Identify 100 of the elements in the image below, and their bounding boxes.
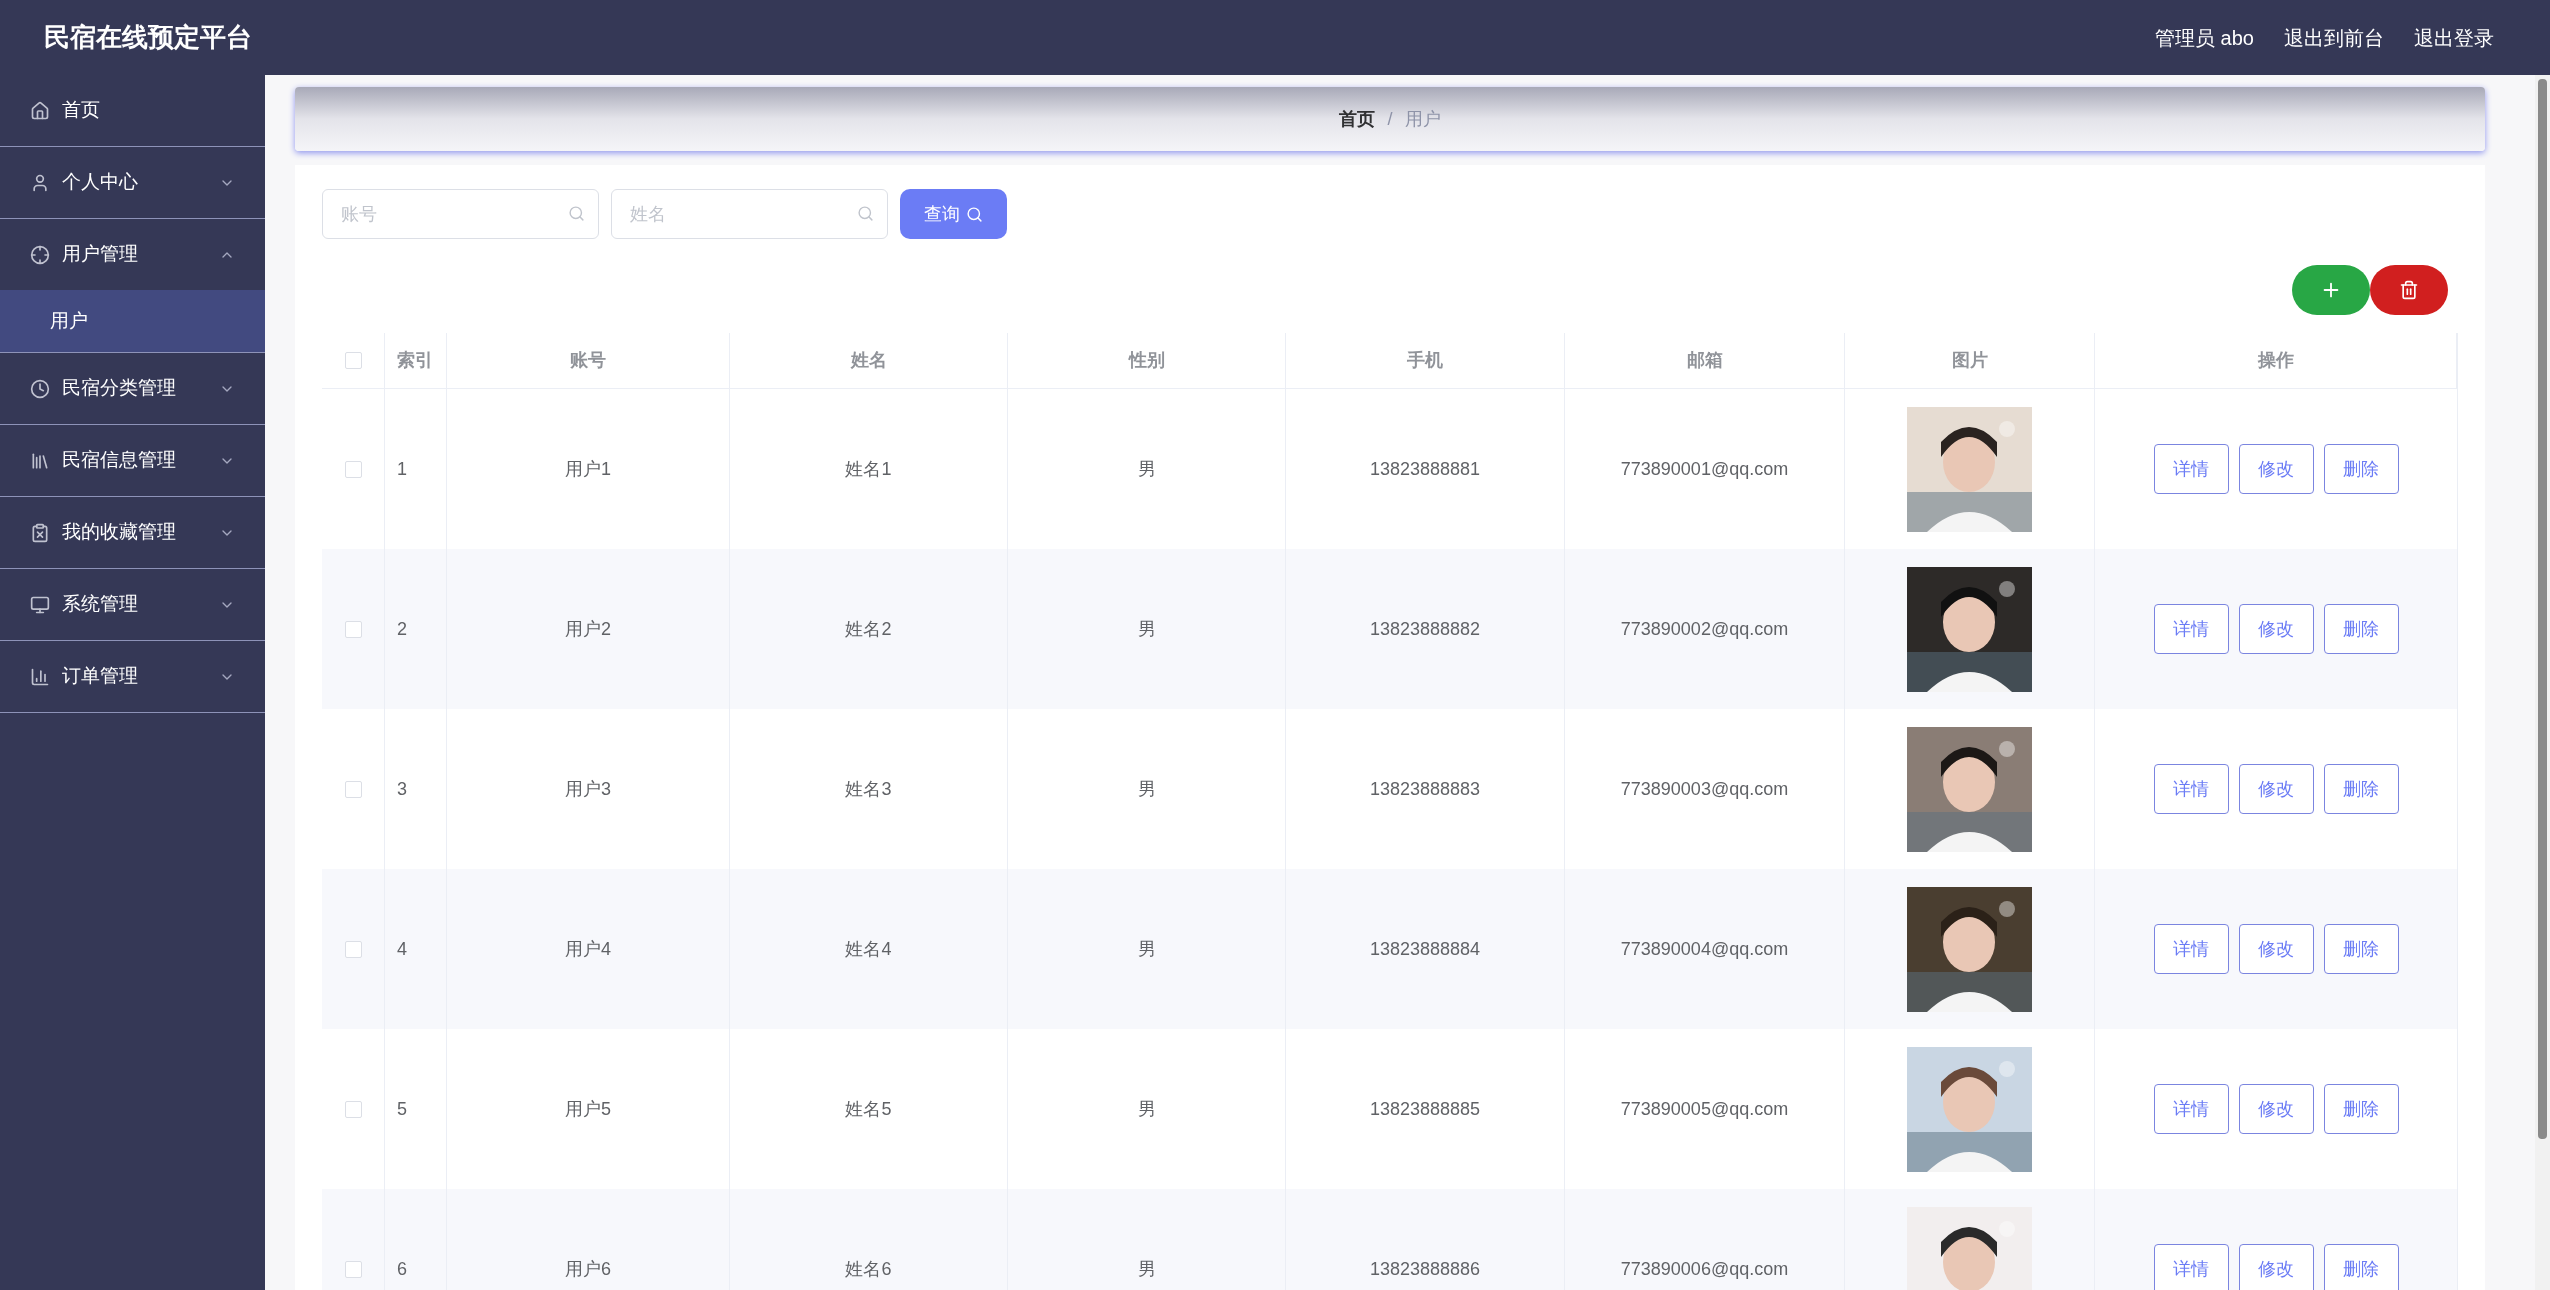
table-cell-text: 男 (1137, 457, 1156, 481)
table-cell-text: 6 (397, 1257, 407, 1281)
delete-button[interactable] (2370, 265, 2448, 315)
table-cell-text: 13823888885 (1369, 1097, 1481, 1121)
breadcrumb-separator: / (1387, 107, 1393, 131)
user-icon (30, 172, 50, 193)
table-cell-text: 1 (397, 457, 407, 481)
search-field[interactable]: 姓名 (611, 189, 888, 239)
table-cell-text: 3 (397, 777, 407, 801)
row-action-button[interactable]: 详情 (2153, 444, 2229, 494)
column-header: 操作 (2095, 333, 2457, 388)
checkbox[interactable] (344, 940, 362, 958)
row-action-button[interactable]: 详情 (2153, 924, 2229, 974)
row-action-button[interactable]: 详情 (2153, 604, 2229, 654)
sidebar-subitem[interactable]: 用户 (0, 290, 265, 352)
row-action-button[interactable]: 详情 (2153, 1084, 2229, 1134)
row-action-button[interactable]: 修改 (2238, 924, 2314, 974)
search-field[interactable]: 账号 (322, 189, 599, 239)
table-cell-text: 用户4 (565, 937, 611, 961)
row-action-button[interactable]: 删除 (2323, 764, 2399, 814)
table-cell-text: 4 (397, 937, 407, 961)
header-link[interactable]: 退出到前台 (2284, 22, 2384, 53)
table-cell-text: 773890003@qq.com (1620, 777, 1789, 801)
clock-icon (30, 378, 50, 399)
checkbox[interactable] (344, 620, 362, 638)
checkbox[interactable] (344, 1260, 362, 1278)
table-cell-text: 773890004@qq.com (1620, 937, 1789, 961)
table-cell-text: 用户5 (565, 1097, 611, 1121)
checkbox[interactable] (344, 460, 362, 478)
table-cell-text: 用户1 (565, 457, 611, 481)
sidebar-item[interactable]: 订单管理 (0, 641, 265, 712)
column-header: 性别 (1008, 333, 1286, 388)
table-cell-text: 姓名3 (845, 777, 892, 801)
table-cell-text: 姓名1 (845, 457, 892, 481)
search-icon (857, 205, 874, 222)
table-cell-text: 用户2 (565, 617, 611, 641)
sidebar-item[interactable]: 民宿分类管理 (0, 353, 265, 424)
row-action-button[interactable]: 删除 (2323, 444, 2399, 494)
crosshair-icon (30, 244, 50, 265)
bar-chart-icon (30, 666, 50, 687)
breadcrumb-item[interactable]: 首页 (1339, 105, 1376, 133)
table-cell-text: 姓名2 (845, 617, 892, 641)
clipboard-icon (30, 522, 50, 543)
monitor-icon (30, 594, 50, 615)
header-link[interactable]: 退出登录 (2414, 22, 2494, 53)
table-cell-text: 用户3 (565, 777, 611, 801)
sidebar-item[interactable]: 首页 (0, 75, 265, 146)
column-header: 图片 (1845, 333, 2095, 388)
table-cell-text: 男 (1137, 777, 1156, 801)
table-cell-text: 2 (397, 617, 407, 641)
table-cell-text: 13823888884 (1369, 937, 1481, 961)
row-action-button[interactable]: 修改 (2238, 1244, 2314, 1290)
trash-icon (2399, 280, 2419, 300)
table-cell-text: 13823888881 (1369, 457, 1481, 481)
row-action-button[interactable]: 删除 (2323, 604, 2399, 654)
checkbox[interactable] (344, 1100, 362, 1118)
query-button[interactable]: 查询 (900, 189, 1007, 239)
table-cell-text: 姓名4 (845, 937, 892, 961)
sidebar-item[interactable]: 我的收藏管理 (0, 497, 265, 568)
row-action-button[interactable]: 删除 (2323, 924, 2399, 974)
table-cell-text: 姓名5 (845, 1097, 892, 1121)
home-icon (30, 100, 50, 121)
sidebar-item[interactable]: 个人中心 (0, 147, 265, 218)
checkbox[interactable] (344, 352, 362, 369)
scrollbar-thumb[interactable] (2538, 79, 2547, 1139)
table-cell-text: 男 (1137, 937, 1156, 961)
column-header: 姓名 (730, 333, 1008, 388)
row-action-button[interactable]: 修改 (2238, 1084, 2314, 1134)
add-button[interactable] (2292, 265, 2370, 315)
sidebar-item[interactable]: 民宿信息管理 (0, 425, 265, 496)
row-action-button[interactable]: 修改 (2238, 764, 2314, 814)
table-cell-text: 13823888882 (1369, 617, 1481, 641)
column-header: 手机 (1286, 333, 1565, 388)
column-header: 邮箱 (1565, 333, 1845, 388)
table-cell-text: 姓名6 (845, 1257, 892, 1281)
table-cell-text: 用户6 (565, 1257, 611, 1281)
table-cell-text: 773890006@qq.com (1620, 1257, 1789, 1281)
row-action-button[interactable]: 详情 (2153, 764, 2229, 814)
header-link[interactable]: 管理员 abo (2155, 22, 2254, 53)
column-header: 索引 (385, 333, 447, 388)
table-cell-text: 773890005@qq.com (1620, 1097, 1789, 1121)
search-icon (966, 205, 983, 223)
table-cell-text: 13823888883 (1369, 777, 1481, 801)
table-cell-text: 男 (1137, 617, 1156, 641)
table-cell-text: 773890002@qq.com (1620, 617, 1789, 641)
breadcrumb-item: 用户 (1404, 107, 1441, 131)
row-action-button[interactable]: 修改 (2238, 604, 2314, 654)
table-cell-text: 男 (1137, 1257, 1156, 1281)
table-cell-text: 5 (397, 1097, 407, 1121)
sidebar-item[interactable]: 用户管理 (0, 219, 265, 290)
row-action-button[interactable]: 修改 (2238, 444, 2314, 494)
table-cell-text: 男 (1137, 1097, 1156, 1121)
row-action-button[interactable]: 详情 (2153, 1244, 2229, 1290)
row-action-button[interactable]: 删除 (2323, 1244, 2399, 1290)
search-icon (568, 205, 585, 222)
checkbox[interactable] (344, 780, 362, 798)
sidebar-item[interactable]: 系统管理 (0, 569, 265, 640)
row-action-button[interactable]: 删除 (2323, 1084, 2399, 1134)
app-title: 民宿在线预定平台 (44, 21, 252, 54)
table-cell-text: 773890001@qq.com (1620, 457, 1789, 481)
